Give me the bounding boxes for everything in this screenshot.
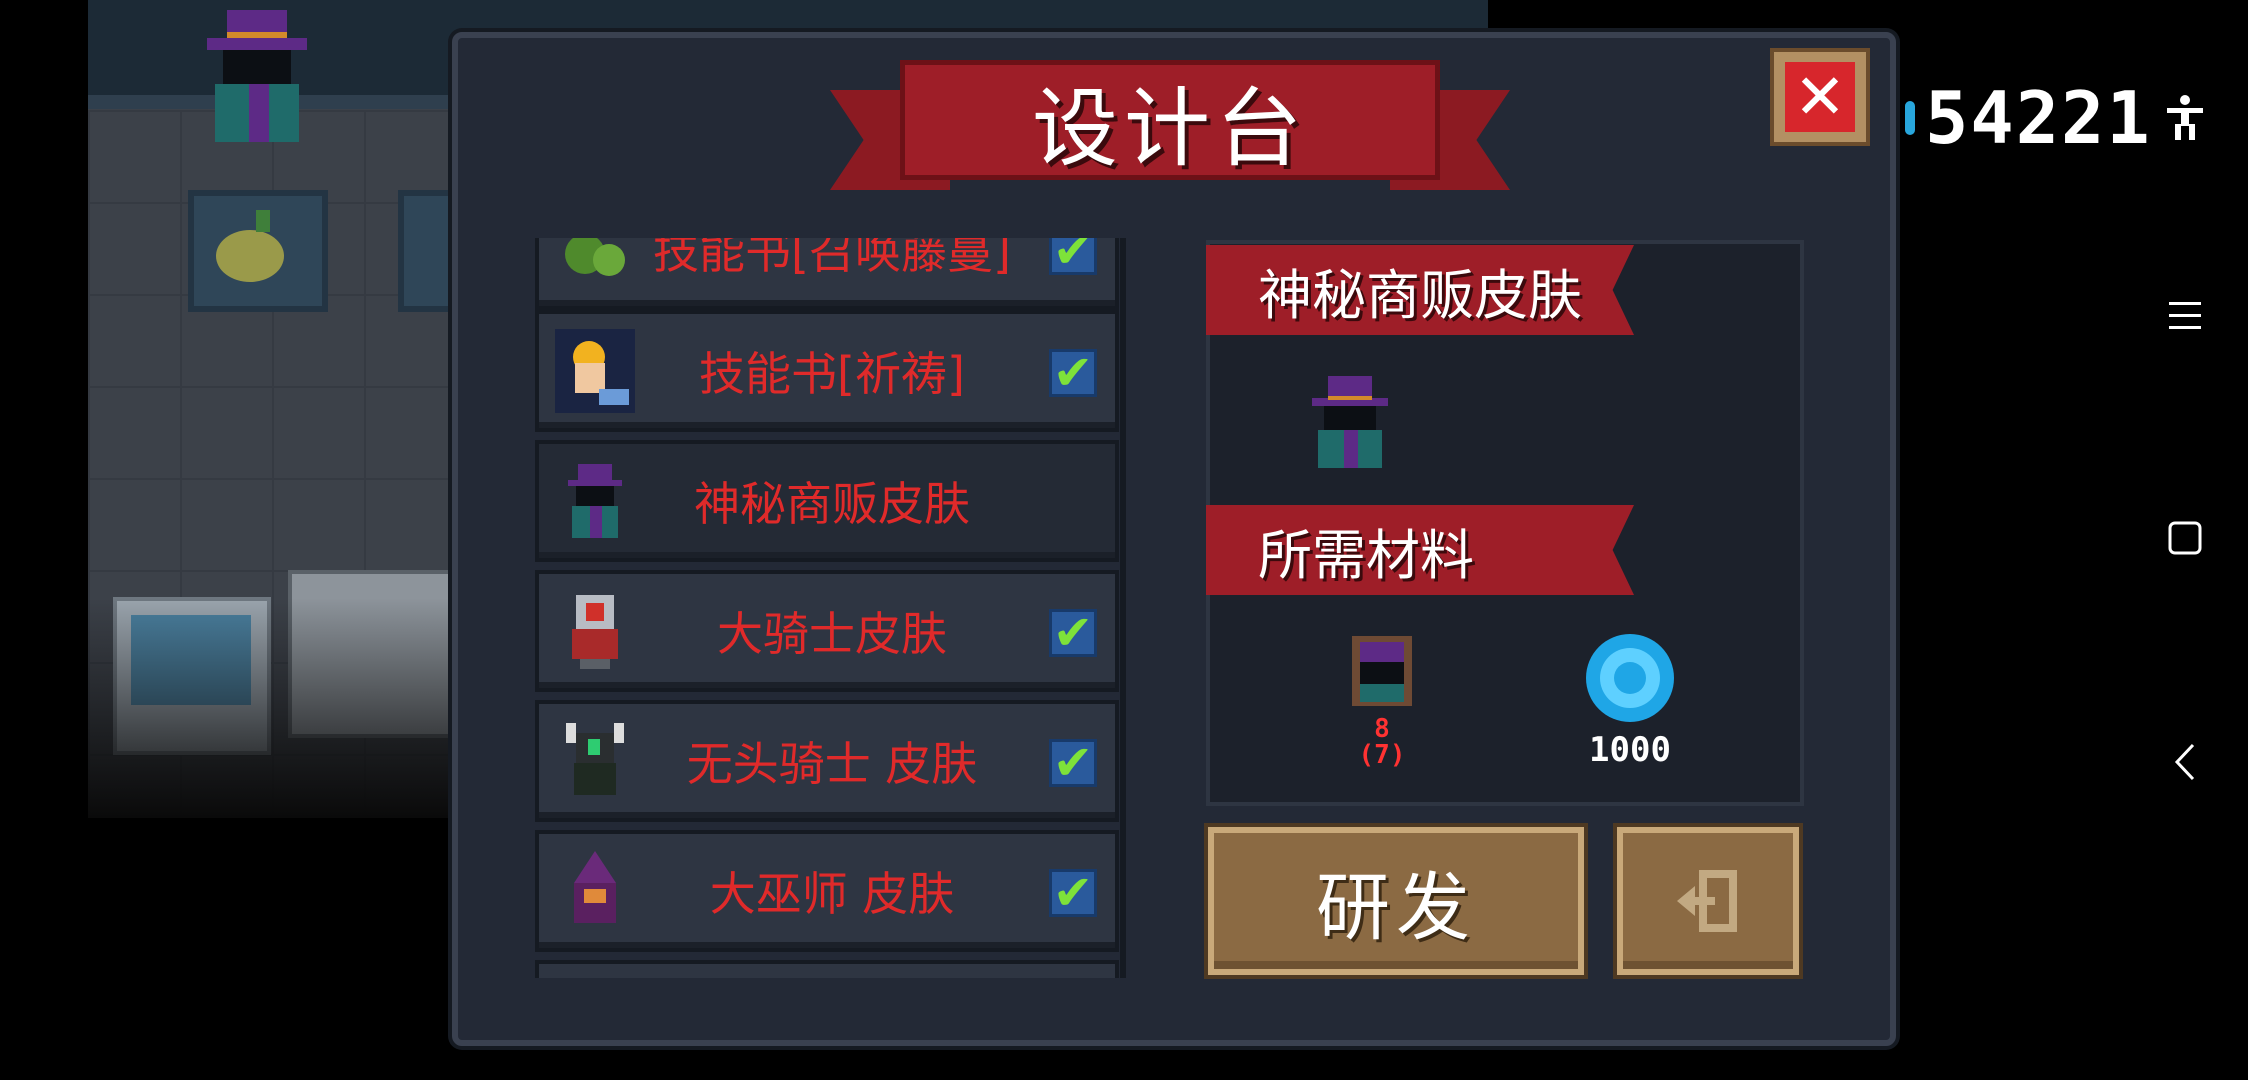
recipe-label: 大骑士皮肤 <box>717 607 947 661</box>
list-item[interactable] <box>535 960 1119 978</box>
headless-knight-icon <box>553 718 637 804</box>
gem-counter: 54221 <box>1905 76 2152 160</box>
panel-title: 设计台 <box>900 60 1440 180</box>
material-amount: 1000 <box>1589 730 1671 770</box>
list-item[interactable]: 技能书[召唤藤蔓] ✔ <box>535 238 1119 310</box>
owned-checkmark-icon: ✔ <box>1049 349 1097 397</box>
list-item[interactable]: 大骑士皮肤 ✔ <box>535 570 1119 692</box>
knight-icon <box>553 588 637 674</box>
merchant-portrait-icon <box>1352 636 1412 706</box>
gem-count: 54221 <box>1925 76 2152 160</box>
recipe-label: 无头骑士 皮肤 <box>686 737 978 791</box>
accessibility-icon[interactable] <box>2150 88 2220 148</box>
materials-title-banner: 所需材料 <box>1206 505 1634 595</box>
material-gems: 1000 <box>1570 630 1690 770</box>
recipe-label: 大巫师 皮肤 <box>709 867 955 921</box>
home-icon[interactable] <box>2150 508 2220 568</box>
list-scrollbar[interactable] <box>1120 238 1126 978</box>
owned-checkmark-icon: ✔ <box>1049 869 1097 917</box>
back-icon[interactable] <box>2150 732 2220 792</box>
develop-button[interactable]: 研发 <box>1208 827 1584 975</box>
list-item[interactable]: 大巫师 皮肤 ✔ <box>535 830 1119 952</box>
recipe-list[interactable]: 技能书[召唤藤蔓] ✔ 技能书[祈祷] ✔ 神秘商贩皮肤 大骑士皮肤 ✔ 无头骑… <box>535 238 1125 978</box>
exit-icon <box>1677 870 1737 932</box>
material-merchant: 8 (7) <box>1342 632 1422 768</box>
gem-icon <box>1586 634 1674 722</box>
close-icon: ✕ <box>1785 62 1855 132</box>
list-item[interactable]: 技能书[祈祷] ✔ <box>535 310 1119 432</box>
recipe-label: 技能书[召唤藤蔓] <box>653 238 1011 279</box>
vine-icon <box>553 238 637 292</box>
material-owned: (7) <box>1358 740 1406 770</box>
gem-icon <box>1905 101 1915 135</box>
recipe-label: 技能书[祈祷] <box>699 347 965 401</box>
item-pedestal <box>188 190 328 312</box>
owned-checkmark-icon: ✔ <box>1049 739 1097 787</box>
merchant-npc-sprite <box>207 10 307 142</box>
list-item-selected[interactable]: 神秘商贩皮肤 <box>535 440 1119 562</box>
merchant-icon <box>553 458 637 544</box>
list-item[interactable]: 无头骑士 皮肤 ✔ <box>535 700 1119 822</box>
exit-button[interactable] <box>1617 827 1799 975</box>
item-name-banner: 神秘商贩皮肤 <box>1206 245 1634 335</box>
owned-checkmark-icon: ✔ <box>1049 238 1097 275</box>
material-required: 8 <box>1374 714 1390 744</box>
recipe-label: 神秘商贩皮肤 <box>694 477 970 531</box>
owned-checkmark-icon: ✔ <box>1049 609 1097 657</box>
title-banner: 设计台 <box>830 60 1510 190</box>
pray-hand-icon <box>553 328 637 414</box>
close-button[interactable]: ✕ <box>1770 48 1870 146</box>
merchant-skin-preview <box>1312 376 1388 468</box>
menu-icon[interactable] <box>2150 286 2220 346</box>
wizard-icon <box>553 848 637 934</box>
